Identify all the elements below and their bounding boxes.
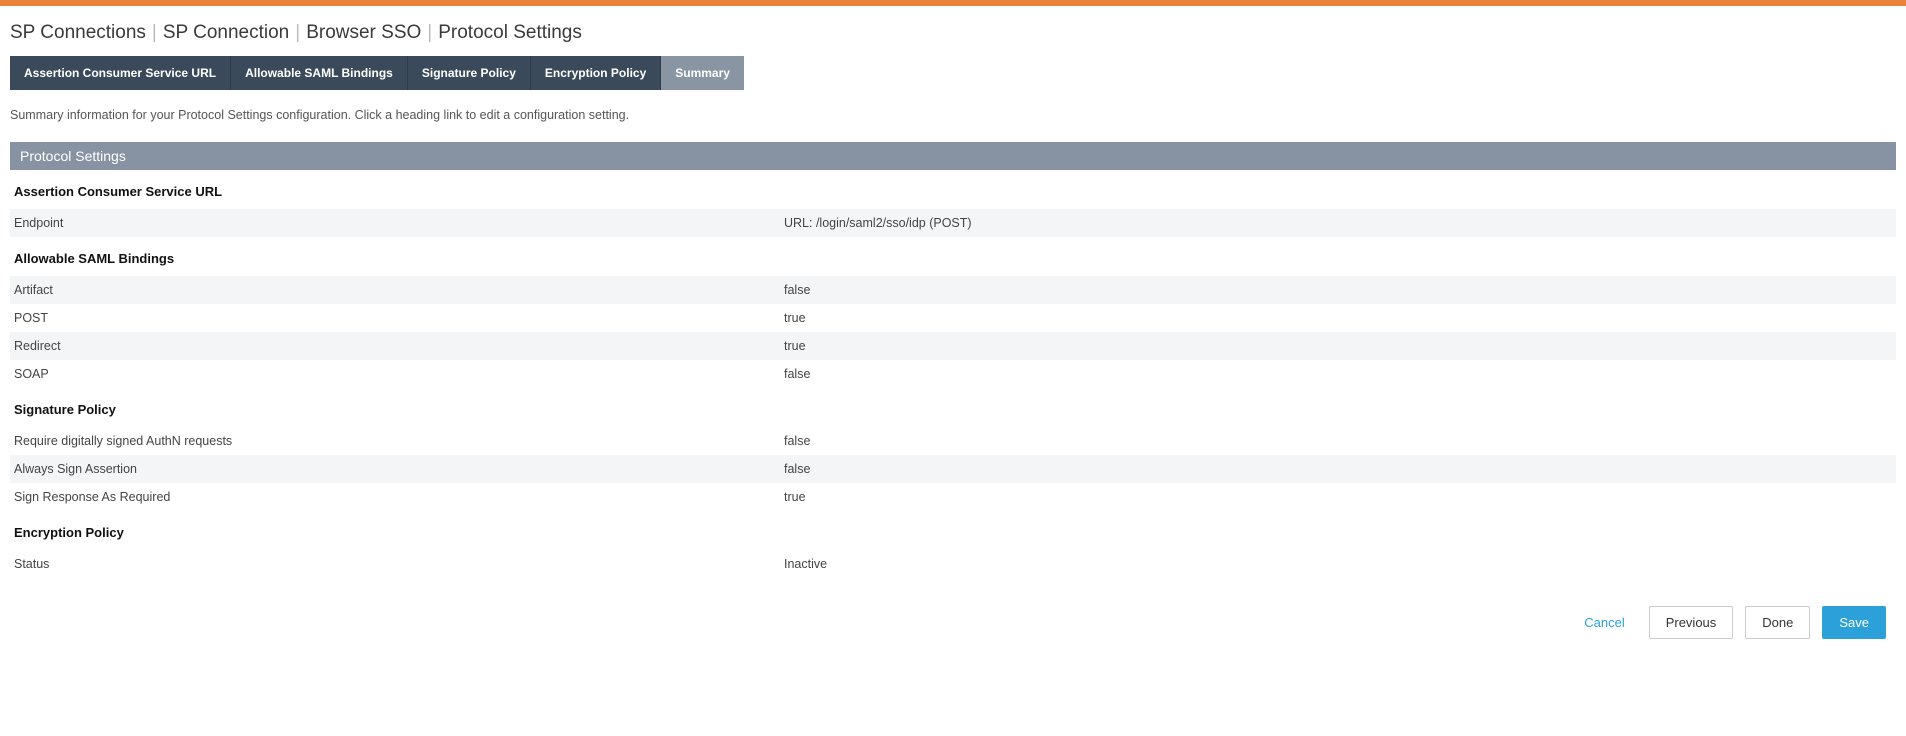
breadcrumb: SP Connections|SP Connection|Browser SSO…	[10, 16, 1896, 56]
summary-row: Artifactfalse	[10, 276, 1896, 304]
tab-allowable-saml-bindings[interactable]: Allowable SAML Bindings	[231, 56, 408, 90]
page-content: SP Connections|SP Connection|Browser SSO…	[0, 6, 1906, 679]
done-button[interactable]: Done	[1745, 606, 1810, 639]
row-label: Always Sign Assertion	[14, 462, 784, 476]
action-bar: Cancel Previous Done Save	[10, 578, 1896, 649]
row-value: false	[784, 367, 1892, 381]
row-label: Sign Response As Required	[14, 490, 784, 504]
row-value: false	[784, 434, 1892, 448]
row-value: true	[784, 339, 1892, 353]
breadcrumb-segment[interactable]: Browser SSO	[306, 22, 421, 43]
row-value: false	[784, 283, 1892, 297]
save-button[interactable]: Save	[1822, 606, 1886, 639]
summary-row: Always Sign Assertionfalse	[10, 455, 1896, 483]
group-heading[interactable]: Signature Policy	[10, 388, 1896, 427]
breadcrumb-separator: |	[146, 22, 163, 43]
row-label: Artifact	[14, 283, 784, 297]
row-label: Require digitally signed AuthN requests	[14, 434, 784, 448]
row-label: Redirect	[14, 339, 784, 353]
summary-row: StatusInactive	[10, 550, 1896, 578]
summary-row: POSTtrue	[10, 304, 1896, 332]
group-heading[interactable]: Encryption Policy	[10, 511, 1896, 550]
section-header: Protocol Settings	[10, 142, 1896, 170]
row-label: SOAP	[14, 367, 784, 381]
breadcrumb-separator: |	[289, 22, 306, 43]
row-value: false	[784, 462, 1892, 476]
summary-row: Sign Response As Requiredtrue	[10, 483, 1896, 511]
summary-row: SOAPfalse	[10, 360, 1896, 388]
row-label: POST	[14, 311, 784, 325]
breadcrumb-segment[interactable]: Protocol Settings	[438, 22, 582, 43]
tab-signature-policy[interactable]: Signature Policy	[408, 56, 531, 90]
tab-assertion-consumer-service-url[interactable]: Assertion Consumer Service URL	[10, 56, 231, 90]
row-value: URL: /login/saml2/sso/idp (POST)	[784, 216, 1892, 230]
tab-encryption-policy[interactable]: Encryption Policy	[531, 56, 661, 90]
row-value: Inactive	[784, 557, 1892, 571]
cancel-button[interactable]: Cancel	[1572, 607, 1636, 638]
summary-row: Require digitally signed AuthN requestsf…	[10, 427, 1896, 455]
row-value: true	[784, 311, 1892, 325]
row-value: true	[784, 490, 1892, 504]
row-label: Status	[14, 557, 784, 571]
tab-strip: Assertion Consumer Service URLAllowable …	[10, 56, 1896, 90]
tab-summary[interactable]: Summary	[661, 56, 744, 90]
summary-body: Assertion Consumer Service URLEndpointUR…	[10, 170, 1896, 578]
breadcrumb-separator: |	[421, 22, 438, 43]
breadcrumb-segment[interactable]: SP Connections	[10, 22, 146, 43]
page-description: Summary information for your Protocol Se…	[10, 108, 1896, 122]
breadcrumb-segment[interactable]: SP Connection	[163, 22, 289, 43]
group-heading[interactable]: Allowable SAML Bindings	[10, 237, 1896, 276]
group-heading[interactable]: Assertion Consumer Service URL	[10, 170, 1896, 209]
summary-row: Redirecttrue	[10, 332, 1896, 360]
previous-button[interactable]: Previous	[1649, 606, 1734, 639]
summary-row: EndpointURL: /login/saml2/sso/idp (POST)	[10, 209, 1896, 237]
row-label: Endpoint	[14, 216, 784, 230]
